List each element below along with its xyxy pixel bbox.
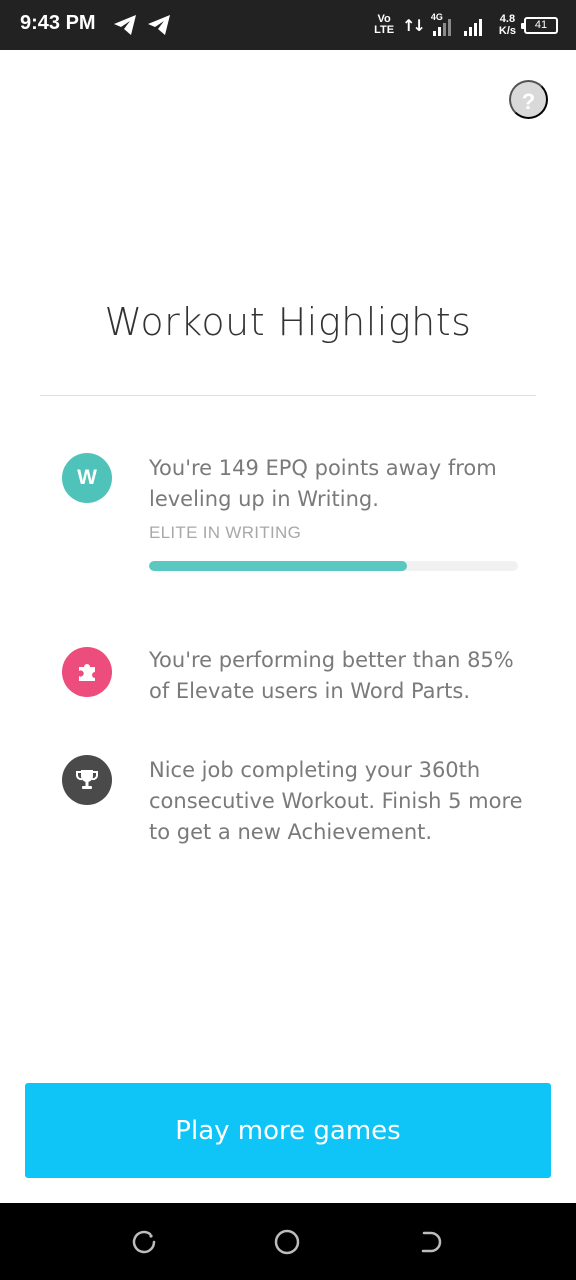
status-time: 9:43 PM: [20, 12, 96, 34]
speed-unit: K/s: [498, 25, 516, 37]
highlight-text: Nice job completing your 360th consecuti…: [149, 758, 523, 844]
signal-strength-icon: 4G: [431, 12, 491, 38]
volte-bottom: LTE: [374, 24, 395, 36]
help-button[interactable]: ?: [509, 80, 548, 119]
level-label: ELITE IN WRITING: [149, 523, 302, 542]
telegram-icon: [148, 15, 170, 35]
status-indicators: Vo LTE ↑↓ 4G 4.8 K/s 41: [374, 10, 558, 40]
battery-icon: 41: [521, 16, 558, 34]
volte-indicator: Vo LTE: [374, 14, 394, 36]
letter-w-icon: W: [62, 453, 112, 503]
status-bar: 9:43 PM Vo LTE ↑↓ 4G 4.8 K/s 41: [0, 0, 576, 50]
trophy-icon: [62, 755, 112, 805]
telegram-icon: [114, 15, 136, 35]
data-activity-icon: ↑↓: [402, 15, 426, 35]
home-icon[interactable]: [274, 1229, 300, 1255]
divider: [40, 395, 536, 396]
level-progress-fill: [149, 561, 408, 571]
recent-apps-icon[interactable]: [131, 1229, 157, 1255]
back-icon[interactable]: [418, 1229, 444, 1255]
speed-value: 4.8: [499, 13, 516, 25]
network-speed: 4.8 K/s: [499, 13, 516, 37]
play-more-games-button[interactable]: Play more games: [25, 1083, 551, 1178]
signal-bars-sim2: [463, 19, 482, 36]
page-title: Workout Highlights: [104, 300, 472, 344]
puzzle-icon: [62, 647, 112, 697]
highlight-text: You're performing better than 85% of Ele…: [149, 648, 514, 703]
highlight-text: You're 149 EPQ points away from leveling…: [149, 456, 497, 511]
level-progress-bar: [149, 561, 518, 571]
navigation-bar: [0, 1203, 576, 1280]
signal-bars-sim1: [432, 19, 451, 36]
